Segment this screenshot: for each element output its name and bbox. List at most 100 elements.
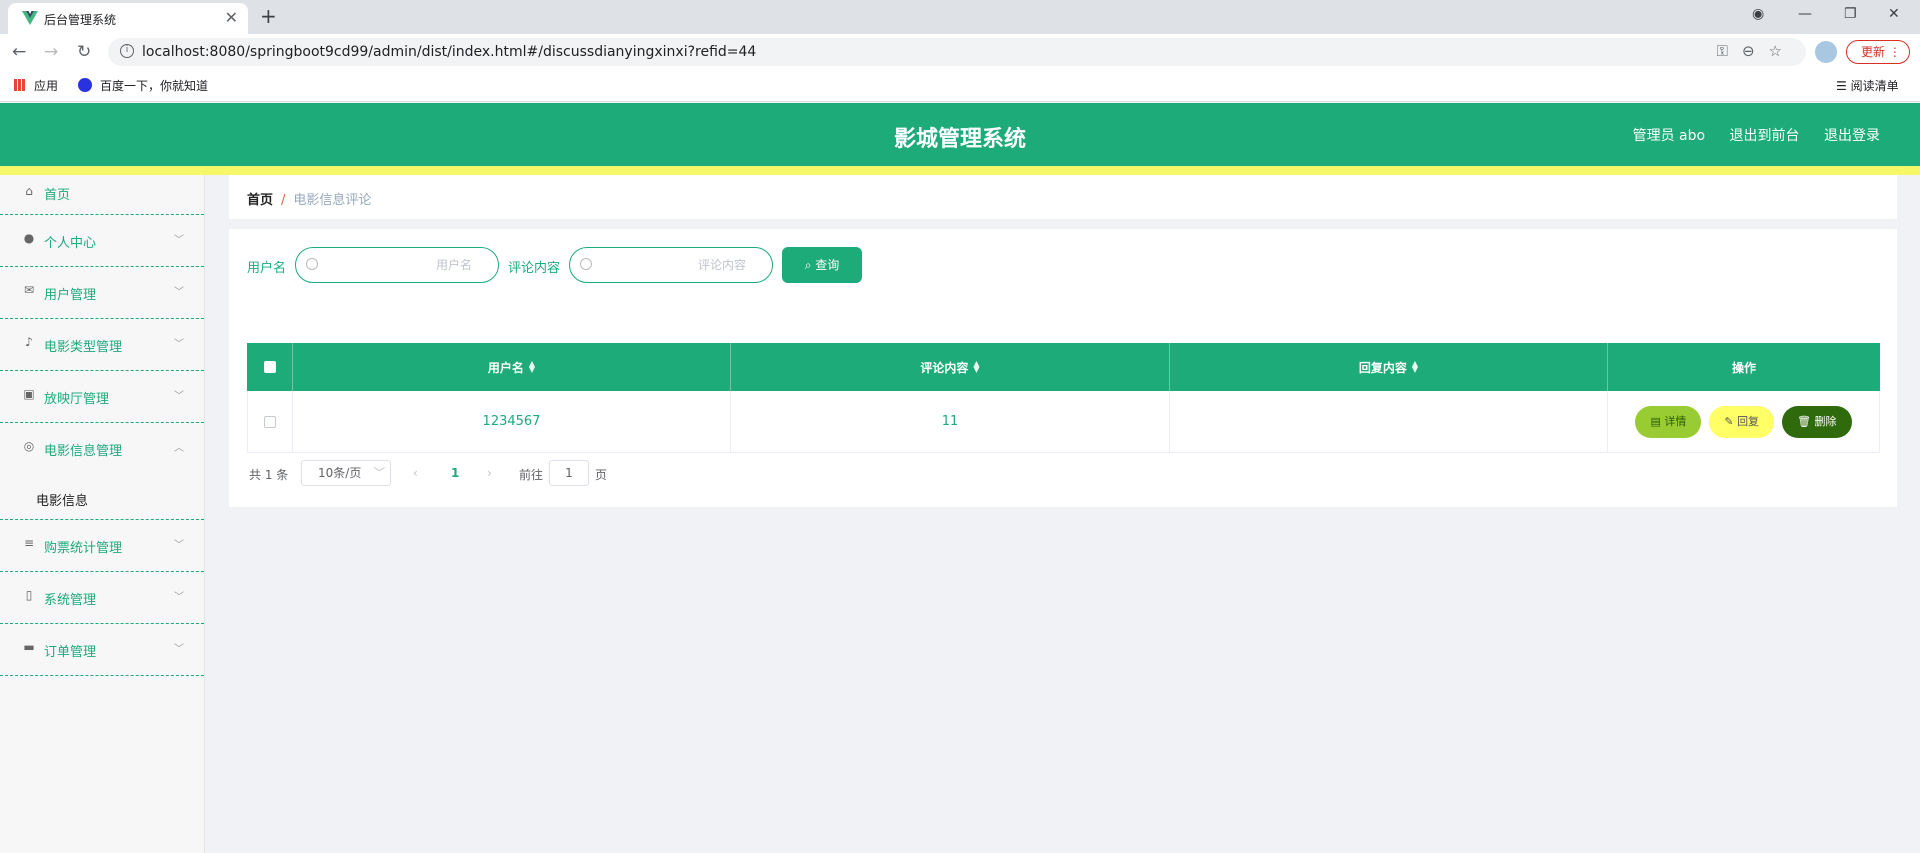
sort-icon[interactable]: ▲ ▼	[529, 360, 535, 374]
site-info-icon[interactable]: i	[120, 44, 134, 58]
column-header-label: 操作	[1731, 360, 1756, 375]
column-header-username[interactable]: 用户名 ▲ ▼	[293, 343, 731, 391]
next-page-icon[interactable]: ›	[487, 466, 492, 480]
content-search-field[interactable]	[569, 247, 773, 283]
chevron-down-icon: ﹀	[174, 540, 184, 551]
chevron-up-icon: ︿	[174, 443, 184, 454]
breadcrumb-current: 电影信息评论	[293, 193, 372, 208]
profile-dropdown-icon[interactable]: ◉	[1752, 6, 1764, 22]
column-header-content[interactable]: 评论内容 ▲ ▼	[731, 343, 1170, 391]
delete-button[interactable]: 🗑 删除	[1782, 405, 1852, 438]
sidebar-item-system[interactable]: ▯ 系统管理 ﹀	[0, 572, 204, 624]
sort-icon[interactable]: ▲ ▼	[973, 360, 979, 374]
update-button[interactable]: 更新 ⋮	[1846, 40, 1910, 64]
page-number-current[interactable]: 1	[451, 466, 459, 480]
chevron-down-icon: ﹀	[174, 287, 184, 298]
tab-close-icon[interactable]: ✕	[225, 8, 238, 27]
chevron-down-icon: ﹀	[174, 644, 184, 655]
sort-icon[interactable]: ▲ ▼	[1412, 360, 1418, 374]
sliders-icon: ≡	[23, 536, 35, 550]
header-links: 管理员 abo 退出到前台 退出登录	[1613, 125, 1880, 145]
sidebar-item-halls[interactable]: ▣ 放映厅管理 ﹀	[0, 371, 204, 423]
edit-icon: ✎	[1724, 414, 1738, 428]
detail-button[interactable]: ▤ 详情	[1635, 405, 1702, 438]
username-label: 用户名	[247, 261, 287, 276]
goto-page-input[interactable]: 1	[549, 460, 589, 486]
new-tab-icon[interactable]: +	[260, 4, 277, 28]
breadcrumb-home[interactable]: 首页	[247, 193, 273, 208]
page-size-select[interactable]: 10条/页 ﹀	[301, 460, 391, 486]
bookmark-apps[interactable]: 应用	[14, 77, 58, 94]
select-all-checkbox[interactable]	[263, 361, 276, 373]
close-window-icon[interactable]: ✕	[1888, 6, 1900, 22]
zoom-icon[interactable]: ⊖	[1742, 42, 1769, 60]
reload-icon[interactable]: ↻	[77, 42, 91, 62]
goto-label: 前往	[519, 468, 544, 482]
url-text[interactable]: localhost:8080/springboot9cd99/admin/dis…	[142, 44, 756, 60]
phone-icon: ▯	[25, 588, 33, 602]
reply-button[interactable]: ✎ 回复	[1709, 405, 1775, 438]
column-header-label: 评论内容	[920, 360, 969, 375]
back-to-front-link[interactable]: 退出到前台	[1730, 128, 1800, 144]
url-input[interactable]: i localhost:8080/springboot9cd99/admin/d…	[108, 38, 1806, 66]
sidebar-item-ticket-stats[interactable]: ≡ 购票统计管理 ﹀	[0, 520, 204, 572]
search-icon	[306, 258, 318, 270]
username-input[interactable]	[352, 256, 472, 274]
tab-title: 后台管理系统	[44, 13, 117, 27]
chevron-down-icon: ﹀	[373, 466, 386, 480]
submenu-item-movie-info[interactable]: 电影信息	[0, 475, 204, 520]
apps-icon	[14, 79, 26, 91]
reading-list-label: 阅读清单	[1850, 79, 1899, 93]
sidebar-item-home[interactable]: ⌂ 首页	[0, 175, 204, 215]
column-header-actions: 操作	[1608, 343, 1880, 391]
cell-content: 11	[731, 391, 1170, 452]
url-actions[interactable]: ⚿⊖☆	[1717, 42, 1796, 60]
prev-page-icon[interactable]: ‹	[413, 466, 418, 480]
detail-button-label: 详情	[1664, 414, 1687, 428]
row-checkbox[interactable]	[264, 415, 276, 428]
bookmarks-bar: 应用 百度一下，你就知道 ☰ 阅读清单	[0, 70, 1920, 102]
sidebar-item-label: 电影信息管理	[44, 444, 123, 459]
minimize-icon[interactable]: —	[1798, 6, 1812, 22]
reply-button-label: 回复	[1737, 414, 1760, 428]
content-card: 用户名 评论内容 ⌕ 查询 用户名 ▲▼ 评论内容 ▲▼ 回复内容 ▲▼ 操作 123…	[229, 229, 1897, 507]
clipboard-icon: ▣	[23, 387, 35, 401]
sidebar-item-movie-types[interactable]: ♪ 电影类型管理 ﹀	[0, 319, 204, 371]
sidebar-item-movie-info[interactable]: ◎ 电影信息管理 ︿	[0, 423, 204, 475]
column-header-reply[interactable]: 回复内容 ▲ ▼	[1170, 343, 1608, 391]
cell-username: 1234567	[293, 391, 731, 452]
vue-logo-icon	[22, 11, 38, 25]
mic-icon: ♪	[25, 335, 33, 349]
key-icon[interactable]: ⚿	[1717, 42, 1742, 60]
sidebar-item-label: 首页	[44, 188, 71, 203]
sidebar-item-orders[interactable]: ▬ 订单管理 ﹀	[0, 624, 204, 676]
content-input[interactable]	[626, 256, 746, 274]
table-row: 1234567 11 ▤ 详情 ✎ 回复 🗑 删除	[247, 391, 1880, 453]
profile-avatar[interactable]	[1815, 41, 1837, 63]
address-bar: ← → ↻ i localhost:8080/springboot9cd99/a…	[0, 34, 1920, 70]
sidebar-item-users[interactable]: ✉ 用户管理 ﹀	[0, 267, 204, 319]
cell-reply	[1170, 391, 1608, 452]
search-icon: ⌕	[804, 258, 816, 272]
compass-icon: ◎	[23, 439, 35, 453]
chevron-down-icon: ﹀	[174, 235, 184, 246]
back-icon[interactable]: ←	[12, 42, 26, 62]
camera-icon: ▬	[23, 640, 35, 654]
user-icon: ●	[23, 231, 35, 245]
browser-tab[interactable]: 后台管理系统 ✕	[8, 3, 248, 34]
forward-icon[interactable]: →	[44, 42, 58, 62]
logout-link[interactable]: 退出登录	[1824, 128, 1880, 144]
sidebar-item-label: 系统管理	[44, 593, 97, 608]
restore-icon[interactable]: ❐	[1844, 6, 1857, 22]
page-size-value: 10条/页	[318, 466, 362, 480]
sidebar-item-label: 用户管理	[44, 288, 97, 303]
sidebar-item-profile[interactable]: ● 个人中心 ﹀	[0, 215, 204, 267]
reading-list[interactable]: ☰ 阅读清单	[1836, 77, 1899, 94]
username-search-field[interactable]	[295, 247, 499, 283]
bookmark-baidu[interactable]: 百度一下，你就知道	[78, 77, 208, 94]
document-icon: ▤	[1650, 414, 1665, 428]
query-button[interactable]: ⌕ 查询	[782, 247, 862, 283]
star-icon[interactable]: ☆	[1769, 42, 1796, 60]
row-select-cell	[248, 391, 293, 452]
sidebar-item-label: 放映厅管理	[44, 392, 110, 407]
